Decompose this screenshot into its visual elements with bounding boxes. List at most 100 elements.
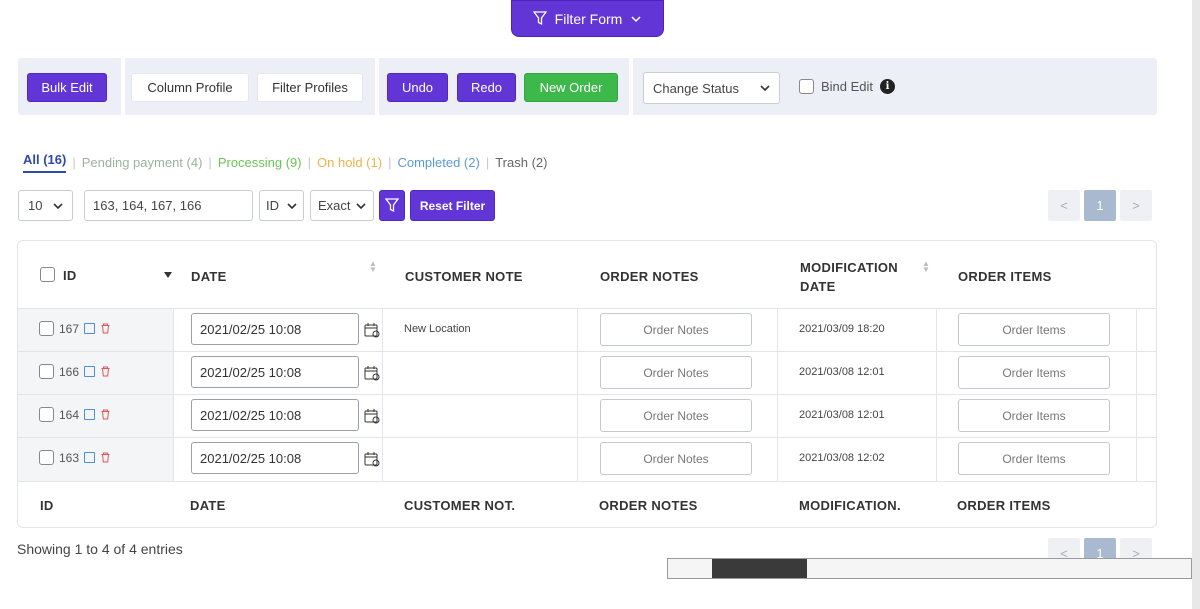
table-row-id-cell: 167 (39, 321, 111, 336)
modification-date: 2021/03/09 18:20 (799, 323, 885, 335)
page-1-button[interactable]: 1 (1084, 190, 1116, 221)
column-header-date[interactable]: DATE (191, 269, 227, 284)
sort-icon[interactable]: ▲ ▼ (369, 260, 377, 274)
order-date-input[interactable]: 2021/02/25 10:08 (191, 356, 359, 388)
change-status-select[interactable]: Change Status (643, 72, 780, 104)
vertical-scrollbar[interactable] (1192, 0, 1200, 609)
modification-date: 2021/03/08 12:02 (799, 452, 885, 464)
order-id[interactable]: 163 (59, 451, 79, 465)
bulk-edit-button[interactable]: Bulk Edit (27, 73, 107, 102)
undo-button[interactable]: Undo (387, 73, 448, 102)
tab-divider: | (72, 155, 76, 170)
tab-divider: | (485, 155, 490, 170)
trash-icon[interactable] (100, 366, 111, 377)
column-header-id[interactable]: ID (63, 268, 77, 283)
order-items-button[interactable]: Order Items (958, 442, 1110, 475)
row-checkbox[interactable] (39, 407, 54, 422)
footer-header-modification-date: MODIFICATION. (799, 498, 901, 513)
order-date-input[interactable]: 2021/02/25 10:08 (191, 313, 359, 345)
tab-trash[interactable]: Trash (2) (495, 155, 547, 170)
row-checkbox[interactable] (39, 364, 54, 379)
order-date-input[interactable]: 2021/02/25 10:08 (191, 399, 359, 431)
order-notes-button[interactable]: Order Notes (600, 442, 752, 475)
calendar-icon[interactable] (364, 322, 380, 338)
trash-icon[interactable] (100, 409, 111, 420)
tab-divider: | (307, 155, 312, 170)
row-checkbox[interactable] (39, 321, 54, 336)
trash-icon[interactable] (100, 452, 111, 463)
per-page-value: 10 (28, 198, 43, 213)
column-header-order-notes[interactable]: ORDER NOTES (600, 269, 699, 284)
per-page-select[interactable]: 10 (18, 190, 73, 221)
match-type-select[interactable]: Exact (310, 190, 374, 221)
scrollbar-thumb[interactable] (712, 559, 807, 578)
reset-filter-button[interactable]: Reset Filter (410, 190, 495, 221)
edit-icon[interactable] (84, 366, 96, 377)
calendar-icon[interactable] (364, 408, 380, 424)
bind-edit-label: Bind Edit (821, 79, 874, 94)
toolbar-divider (629, 58, 633, 115)
tab-completed[interactable]: Completed (2) (397, 155, 479, 170)
row-checkbox[interactable] (39, 450, 54, 465)
column-divider (777, 309, 778, 481)
new-order-button[interactable]: New Order (524, 73, 618, 102)
order-id[interactable]: 164 (59, 408, 79, 422)
order-notes-button[interactable]: Order Notes (600, 313, 752, 346)
sort-icon[interactable]: ▲ ▼ (922, 260, 930, 274)
select-all-checkbox[interactable] (40, 267, 55, 282)
modification-date: 2021/03/08 12:01 (799, 409, 885, 421)
order-notes-button[interactable]: Order Notes (600, 356, 752, 389)
apply-filter-button[interactable] (379, 190, 405, 221)
row-divider (18, 394, 1156, 395)
column-profile-button[interactable]: Column Profile (131, 73, 249, 102)
bind-edit-control[interactable]: Bind Edit i (799, 79, 896, 94)
tab-divider: | (388, 155, 392, 170)
redo-button[interactable]: Redo (457, 73, 516, 102)
column-header-customer-note[interactable]: CUSTOMER NOTE (405, 269, 523, 284)
order-date-input[interactable]: 2021/02/25 10:08 (191, 442, 359, 474)
entries-summary: Showing 1 to 4 of 4 entries (17, 541, 183, 557)
footer-header-date: DATE (190, 498, 226, 513)
prev-page-button[interactable]: < (1048, 190, 1080, 221)
calendar-icon[interactable] (364, 451, 380, 467)
info-icon[interactable]: i (880, 79, 896, 94)
filter-form-toggle-button[interactable]: Filter Form (511, 0, 664, 37)
chevron-down-icon (356, 202, 366, 209)
order-id[interactable]: 167 (59, 322, 79, 336)
tab-on-hold[interactable]: On hold (1) (317, 155, 382, 170)
chevron-down-icon (631, 15, 641, 22)
footer-header-id: ID (40, 498, 54, 513)
quick-search-input[interactable]: 163, 164, 167, 166 (84, 190, 253, 221)
filter-icon (532, 11, 547, 26)
edit-icon[interactable] (84, 452, 96, 463)
toolbar-divider (375, 58, 379, 115)
modification-header-line1: MODIFICATION (800, 260, 898, 275)
order-notes-button[interactable]: Order Notes (600, 399, 752, 432)
order-items-button[interactable]: Order Items (958, 313, 1110, 346)
calendar-icon[interactable] (364, 365, 380, 381)
search-field-select[interactable]: ID (259, 190, 304, 221)
trash-icon[interactable] (100, 323, 111, 334)
search-field-value: ID (266, 198, 279, 213)
tab-processing[interactable]: Processing (9) (218, 155, 302, 170)
order-id[interactable]: 166 (59, 365, 79, 379)
column-divider (173, 309, 174, 481)
caret-down-icon[interactable] (164, 272, 172, 278)
filter-profiles-button[interactable]: Filter Profiles (257, 73, 363, 102)
orders-table: ID DATE ▲ ▼ CUSTOMER NOTE ORDER NOTES MOD… (17, 240, 1157, 528)
chevron-down-icon (53, 202, 63, 209)
next-page-button[interactable]: > (1120, 190, 1152, 221)
order-items-button[interactable]: Order Items (958, 399, 1110, 432)
edit-icon[interactable] (84, 323, 96, 334)
order-items-button[interactable]: Order Items (958, 356, 1110, 389)
tab-all[interactable]: All (16) (23, 152, 67, 173)
edit-icon[interactable] (84, 409, 96, 420)
order-status-tabs: All (16) | Pending payment (4) | Process… (23, 152, 547, 173)
tab-pending-payment[interactable]: Pending payment (4) (82, 155, 203, 170)
column-divider (577, 309, 578, 481)
column-header-order-items[interactable]: ORDER ITEMS (958, 269, 1052, 284)
bind-edit-checkbox[interactable] (799, 79, 814, 94)
column-header-modification-date[interactable]: MODIFICATION DATE (800, 260, 898, 294)
horizontal-scrollbar[interactable] (667, 558, 1192, 579)
footer-header-order-items: ORDER ITEMS (957, 498, 1051, 513)
